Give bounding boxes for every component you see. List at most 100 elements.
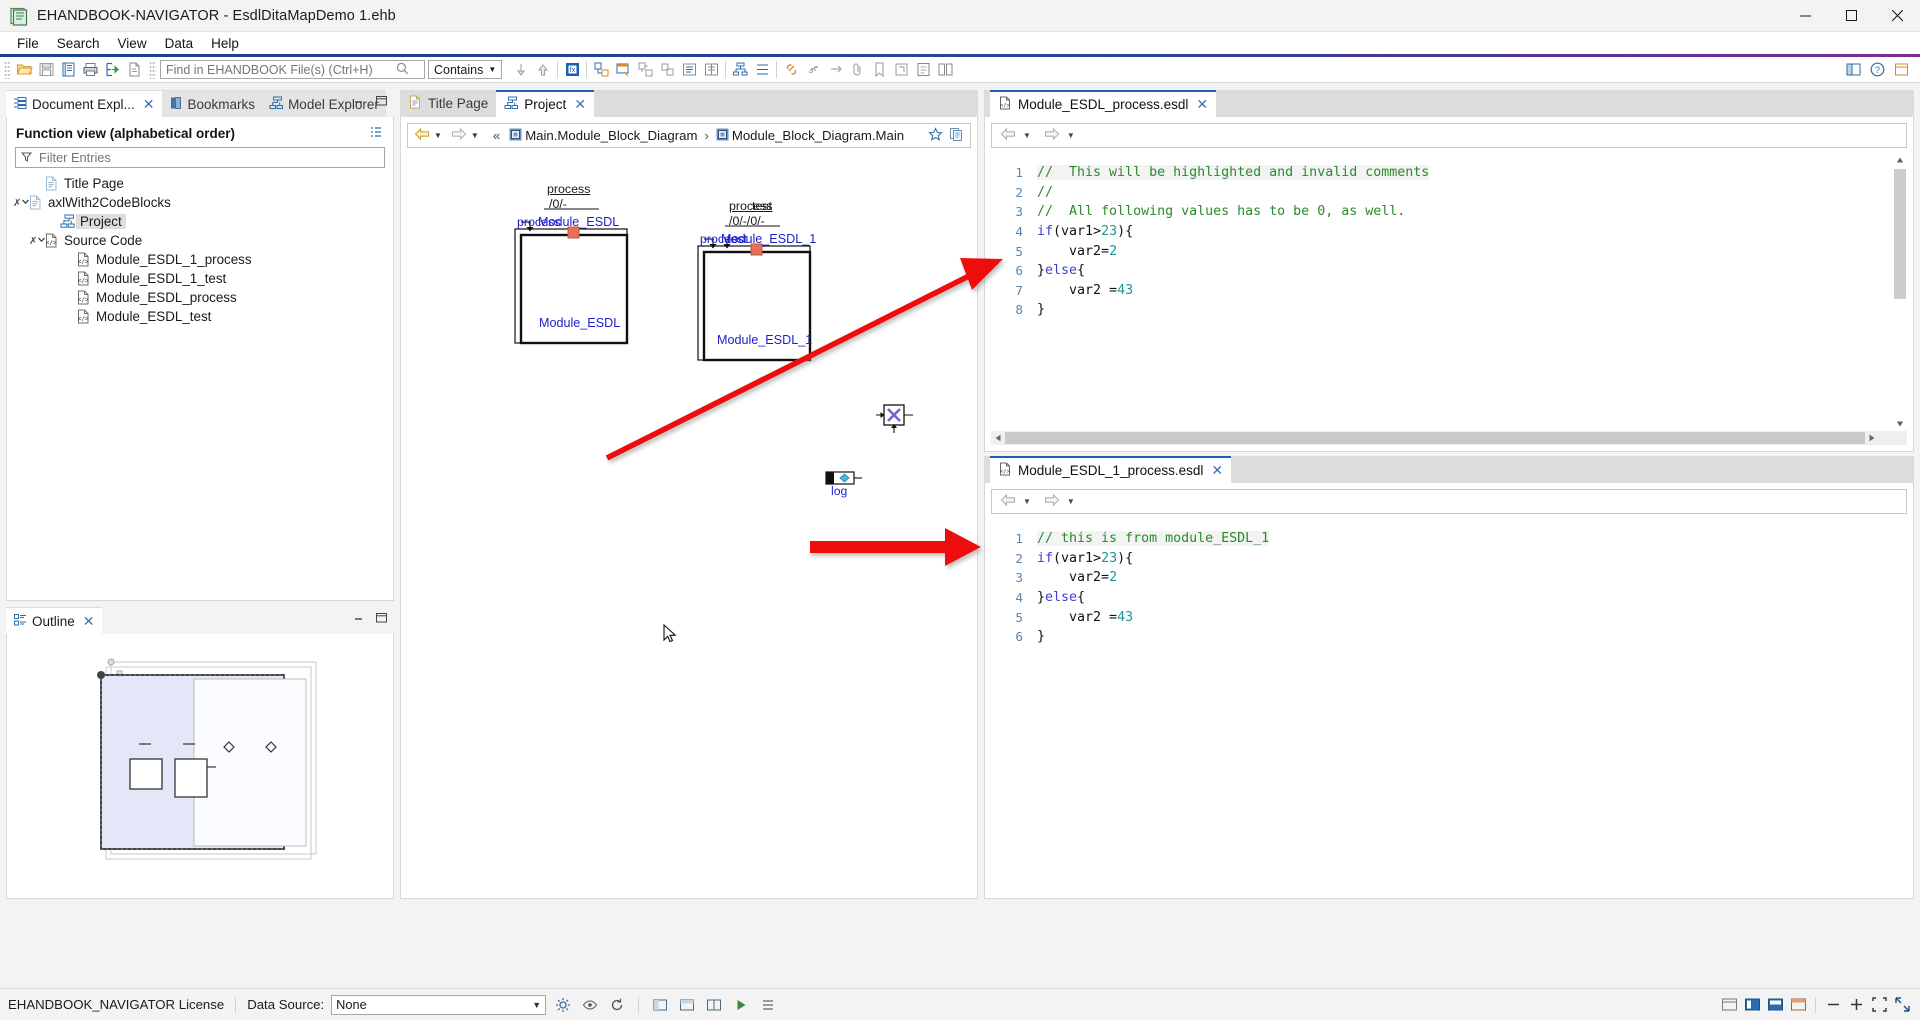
link-icon[interactable] xyxy=(780,59,802,81)
scroll-up-icon[interactable] xyxy=(1893,153,1907,167)
tree-item[interactable]: ✗axlWith2CodeBlocks xyxy=(7,193,393,212)
tab-module-esdl-1-process[interactable]: </> Module_ESDL_1_process.esdl ✕ xyxy=(990,456,1231,483)
find-box[interactable] xyxy=(160,60,425,79)
eye-icon[interactable] xyxy=(580,995,600,1015)
code-line-text[interactable]: // This will be highlighted and invalid … xyxy=(1037,165,1429,180)
chevron-down-icon[interactable]: ▼ xyxy=(1067,497,1075,506)
attach-icon[interactable] xyxy=(846,59,868,81)
outline-thumbnail[interactable] xyxy=(7,634,393,898)
chain2-icon[interactable] xyxy=(824,59,846,81)
expand-icon[interactable] xyxy=(1892,995,1912,1015)
close-icon[interactable]: ✕ xyxy=(143,96,155,113)
code-top-hscrollbar[interactable] xyxy=(991,431,1907,445)
tree-item[interactable]: Project xyxy=(7,212,393,231)
forward-arrow-icon[interactable] xyxy=(1044,493,1060,510)
minimize-view-icon[interactable] xyxy=(353,611,366,627)
search-input[interactable] xyxy=(164,62,396,78)
menu-data[interactable]: Data xyxy=(156,34,203,53)
outline-body[interactable] xyxy=(6,634,394,899)
tree-item[interactable]: Title Page xyxy=(7,174,393,193)
bookmark-icon[interactable] xyxy=(868,59,890,81)
document-properties-icon[interactable] xyxy=(57,59,79,81)
code-top-vscrollbar[interactable] xyxy=(1893,153,1907,431)
hierarchy-icon[interactable] xyxy=(729,59,751,81)
layout2-icon[interactable] xyxy=(677,995,697,1015)
chevron-down-icon[interactable]: ✗ xyxy=(29,235,43,247)
minimize-view-icon[interactable] xyxy=(353,94,366,110)
tab-title-page[interactable]: Title Page xyxy=(400,90,496,117)
code-bottom-text[interactable]: 1// this is from module_ESDL_12if(var1>2… xyxy=(991,519,1907,892)
chevron-down-icon[interactable]: ▼ xyxy=(434,131,442,140)
code-line-text[interactable]: }else{ xyxy=(1037,590,1085,605)
pin-icon[interactable] xyxy=(510,59,532,81)
perspective-icon[interactable] xyxy=(1842,59,1864,81)
code-line-text[interactable]: var2 =43 xyxy=(1037,283,1133,298)
tree-item[interactable]: </>Module_ESDL_1_test xyxy=(7,269,393,288)
close-icon[interactable] xyxy=(1874,0,1920,32)
menu-view[interactable]: View xyxy=(109,34,156,53)
print-icon[interactable] xyxy=(79,59,101,81)
minus-icon[interactable] xyxy=(1823,995,1843,1015)
export-icon[interactable] xyxy=(101,59,123,81)
help-icon[interactable]: ? xyxy=(1866,59,1888,81)
gear-icon[interactable] xyxy=(553,995,573,1015)
maximize-icon[interactable] xyxy=(1828,0,1874,32)
code-top-text[interactable]: 1// This will be highlighted and invalid… xyxy=(991,153,1907,445)
block-diagram-canvas[interactable]: process /0/- process Module_ESDL Module_… xyxy=(407,153,971,892)
close-icon[interactable]: ✕ xyxy=(574,96,586,113)
menu-search[interactable]: Search xyxy=(48,34,109,53)
code-line-text[interactable]: // xyxy=(1037,185,1053,200)
pdf-icon[interactable] xyxy=(123,59,145,81)
extra-icon[interactable] xyxy=(1890,59,1912,81)
breadcrumb-segment-2[interactable]: Module_Block_Diagram.Main xyxy=(714,128,906,144)
code-line-text[interactable]: } xyxy=(1037,629,1045,644)
compare-icon[interactable] xyxy=(934,59,956,81)
chevron-down-icon[interactable]: ▼ xyxy=(1067,131,1075,140)
back-arrow-icon[interactable] xyxy=(412,127,432,144)
tree-item[interactable]: </>Module_ESDL_test xyxy=(7,307,393,326)
code-line-text[interactable]: var2=2 xyxy=(1037,244,1117,259)
tab-module-esdl-process[interactable]: </> Module_ESDL_process.esdl ✕ xyxy=(990,90,1216,117)
scroll-thumb[interactable] xyxy=(1894,169,1906,299)
minimize-icon[interactable] xyxy=(1782,0,1828,32)
tree-item[interactable]: </>Module_ESDL_1_process xyxy=(7,250,393,269)
code-line-text[interactable]: var2=2 xyxy=(1037,570,1117,585)
panel1-icon[interactable] xyxy=(1719,995,1739,1015)
hscroll-thumb[interactable] xyxy=(1005,432,1865,444)
tab-document-explorer[interactable]: Document Expl... ✕ xyxy=(6,90,162,117)
tab-bookmarks[interactable]: Bookmarks xyxy=(162,90,263,117)
chevron-down-icon[interactable]: ▼ xyxy=(471,131,479,140)
hierarchy2-icon[interactable] xyxy=(751,59,773,81)
filter-input[interactable] xyxy=(37,149,379,166)
code-line-text[interactable]: } xyxy=(1037,302,1045,317)
bookmark2-icon[interactable] xyxy=(890,59,912,81)
merge-view-icon[interactable] xyxy=(612,59,634,81)
panel2-icon[interactable] xyxy=(1742,995,1762,1015)
calibration2-icon[interactable] xyxy=(656,59,678,81)
maximize-view-icon[interactable] xyxy=(375,611,388,627)
refresh-icon[interactable] xyxy=(607,995,627,1015)
list-icon[interactable] xyxy=(758,995,778,1015)
up-arrow-icon[interactable] xyxy=(532,59,554,81)
list-view-icon[interactable] xyxy=(678,59,700,81)
tree-item[interactable]: </>Module_ESDL_process xyxy=(7,288,393,307)
code-line-text[interactable]: // this is from module_ESDL_1 xyxy=(1037,531,1269,546)
tab-project[interactable]: Project ✕ xyxy=(496,90,594,117)
panel4-icon[interactable] xyxy=(1788,995,1808,1015)
forward-arrow-icon[interactable] xyxy=(1044,127,1060,144)
panel3-icon[interactable] xyxy=(1765,995,1785,1015)
copy-icon[interactable] xyxy=(949,127,964,145)
calibration-icon[interactable] xyxy=(634,59,656,81)
match-mode-dropdown[interactable]: Contains ▼ xyxy=(428,60,502,79)
search-icon[interactable] xyxy=(396,62,409,78)
code-line-text[interactable]: }else{ xyxy=(1037,263,1085,278)
chevron-down-icon[interactable]: ✗ xyxy=(13,197,27,209)
open-folder-icon[interactable] xyxy=(13,59,35,81)
save-icon[interactable] xyxy=(35,59,57,81)
code-line-text[interactable]: var2 =43 xyxy=(1037,610,1133,625)
close-icon[interactable]: ✕ xyxy=(1211,462,1223,479)
tree-item[interactable]: ✗</>Source Code xyxy=(7,231,393,250)
code-line-text[interactable]: if(var1>23){ xyxy=(1037,224,1133,239)
code-line-text[interactable]: if(var1>23){ xyxy=(1037,551,1133,566)
table-view-icon[interactable] xyxy=(700,59,722,81)
